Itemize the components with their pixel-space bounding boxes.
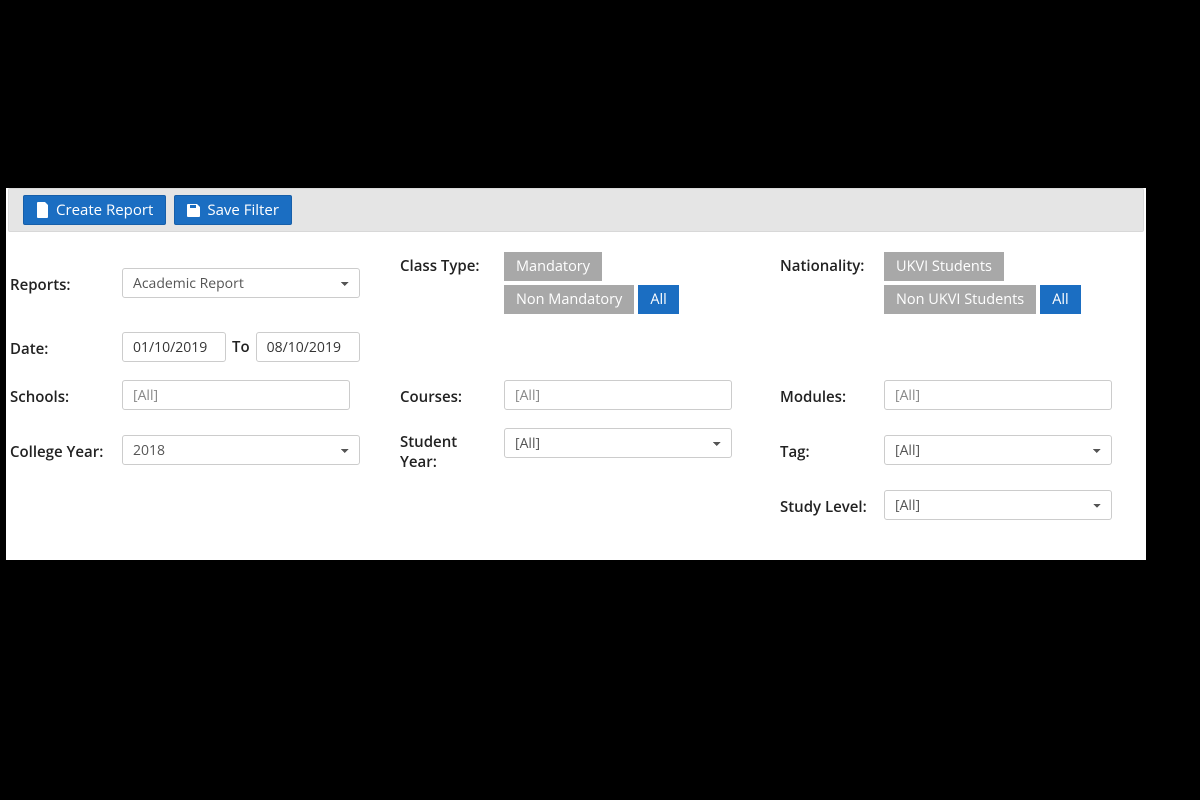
schools-field: Schools: [10, 380, 390, 410]
report-filter-panel: Create Report Save Filter Reports: Acade… [6, 188, 1146, 560]
tag-field: Tag: [All] [780, 428, 1160, 472]
class-type-non-mandatory-toggle[interactable]: Non Mandatory [504, 285, 634, 314]
student-year-select[interactable]: [All] [504, 428, 732, 458]
spacer [780, 332, 1160, 333]
schools-input[interactable] [122, 380, 350, 410]
tag-select[interactable]: [All] [884, 435, 1112, 465]
courses-label: Courses: [400, 383, 496, 407]
class-type-all-toggle[interactable]: All [638, 285, 679, 314]
save-filter-label: Save Filter [207, 200, 279, 220]
college-year-field: College Year: 2018 [10, 428, 390, 472]
document-icon [36, 202, 50, 218]
class-type-label: Class Type: [400, 252, 496, 276]
toolbar: Create Report Save Filter [8, 188, 1144, 232]
class-type-field: Class Type: Mandatory Non Mandatory All [400, 252, 770, 314]
reports-label: Reports: [10, 271, 114, 295]
date-to-input[interactable] [256, 332, 360, 362]
date-label: Date: [10, 335, 114, 359]
date-to-label: To [232, 337, 250, 357]
nationality-non-ukvi-toggle[interactable]: Non UKVI Students [884, 285, 1036, 314]
spacer [400, 490, 770, 491]
spacer [10, 490, 390, 491]
nationality-ukvi-toggle[interactable]: UKVI Students [884, 252, 1004, 281]
class-type-toggle-group: Mandatory Non Mandatory All [504, 252, 734, 314]
tag-label: Tag: [780, 438, 876, 462]
study-level-field: Study Level: [All] [780, 490, 1160, 520]
spacer [400, 332, 770, 333]
college-year-select[interactable]: 2018 [122, 435, 360, 465]
date-field: Date: To [10, 332, 390, 362]
class-type-mandatory-toggle[interactable]: Mandatory [504, 252, 602, 281]
save-filter-button[interactable]: Save Filter [174, 195, 292, 225]
modules-label: Modules: [780, 383, 876, 407]
reports-select[interactable]: Academic Report [122, 268, 360, 298]
modules-input[interactable] [884, 380, 1112, 410]
modules-field: Modules: [780, 380, 1160, 410]
reports-field: Reports: Academic Report [10, 252, 390, 314]
study-level-label: Study Level: [780, 493, 876, 517]
create-report-label: Create Report [56, 200, 153, 220]
filter-form: Reports: Academic Report Class Type: Man… [6, 252, 1146, 520]
student-year-label: Student Year: [400, 428, 496, 472]
courses-field: Courses: [400, 380, 770, 410]
date-from-input[interactable] [122, 332, 226, 362]
schools-label: Schools: [10, 383, 114, 407]
nationality-toggle-group: UKVI Students Non UKVI Students All [884, 252, 1114, 314]
college-year-label: College Year: [10, 438, 114, 462]
student-year-field: Student Year: [All] [400, 428, 770, 472]
create-report-button[interactable]: Create Report [23, 195, 166, 225]
nationality-all-toggle[interactable]: All [1040, 285, 1081, 314]
courses-input[interactable] [504, 380, 732, 410]
nationality-field: Nationality: UKVI Students Non UKVI Stud… [780, 252, 1160, 314]
study-level-select[interactable]: [All] [884, 490, 1112, 520]
nationality-label: Nationality: [780, 252, 876, 276]
save-icon [187, 202, 201, 218]
